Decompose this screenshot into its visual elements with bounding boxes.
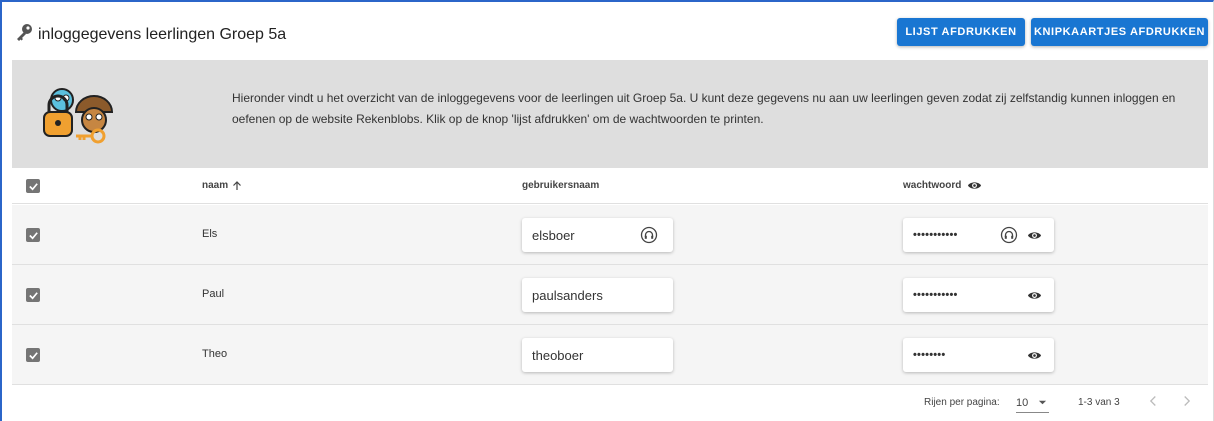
column-header-username: gebruikersnaam [522,180,599,191]
student-name: Paul [202,288,225,300]
student-name: Els [202,228,218,240]
check-icon [28,291,38,299]
page-range: 1-3 van 3 [1078,397,1120,408]
row-checkbox[interactable] [26,228,40,242]
eye-icon[interactable] [1027,288,1042,303]
password-field[interactable]: •••••••• [903,338,1054,372]
arrow-up-icon [233,180,242,190]
page-title-wrap: inloggegevens leerlingen Groep 5a [14,22,286,47]
student-name: Theo [202,348,228,360]
rows-per-page-label: Rijen per pagina: [924,397,1000,408]
next-page-button[interactable] [1182,395,1191,407]
table-header: naam gebruikersnaam wachtwoord [12,168,1208,204]
username-value: theoboer [532,347,584,363]
top-bar: inloggegevens leerlingen Groep 5a LIJST … [2,2,1213,60]
password-value: •••••••• [913,349,946,361]
username-value: elsboer [532,227,575,243]
intro-text: Hieronder vindt u het overzicht van de i… [232,91,1176,126]
eye-icon[interactable] [967,178,982,193]
row-checkbox[interactable] [26,288,40,302]
password-field[interactable]: ••••••••••• [903,278,1054,312]
info-panel: Hieronder vindt u het overzicht van de i… [12,60,1208,421]
mascot-lock-key-image [36,82,116,146]
column-password-label: wachtwoord [903,180,962,191]
password-field[interactable]: ••••••••••• [903,218,1054,252]
username-value: paulsanders [532,287,603,303]
key-icon [14,22,34,47]
column-name-label: naam [202,180,229,191]
eye-icon[interactable] [1027,228,1042,243]
username-field[interactable]: elsboer [522,218,673,252]
check-icon [28,351,38,359]
prev-page-button[interactable] [1149,395,1158,407]
check-icon [28,231,38,239]
table-row: Theo theoboer •••••••• [12,325,1208,385]
row-checkbox[interactable] [26,348,40,362]
check-icon [28,182,38,190]
chevron-right-icon [1184,396,1191,406]
password-value: ••••••••••• [913,229,958,241]
table-row: Paul paulsanders ••••••••••• [12,265,1208,325]
listen-icon[interactable] [640,226,658,244]
chevron-left-icon [1149,396,1156,406]
eye-icon[interactable] [1027,348,1042,363]
rows-per-page-value: 10 [1016,396,1029,409]
credentials-table: naam gebruikersnaam wachtwoord Els elsbo… [12,168,1208,421]
print-cards-button[interactable]: KNIPKAARTJES AFDRUKKEN [1031,18,1208,46]
username-field[interactable]: paulsanders [522,278,673,312]
pagination-bar: Rijen per pagina: 10 1-3 van 3 [12,384,1208,421]
page-title: inloggegevens leerlingen Groep 5a [38,25,287,43]
column-header-password: wachtwoord [903,178,982,193]
print-list-button[interactable]: LIJST AFDRUKKEN [897,18,1025,46]
column-username-label: gebruikersnaam [522,180,600,191]
username-field[interactable]: theoboer [522,338,673,372]
table-row: Els elsboer ••••••••••• [12,205,1208,265]
select-all-checkbox[interactable] [26,179,40,193]
listen-icon[interactable] [1000,226,1018,244]
caret-down-icon [1039,400,1047,405]
rows-per-page-select[interactable]: 10 [1016,393,1050,413]
column-header-name[interactable]: naam [202,180,242,191]
password-value: ••••••••••• [913,289,958,301]
